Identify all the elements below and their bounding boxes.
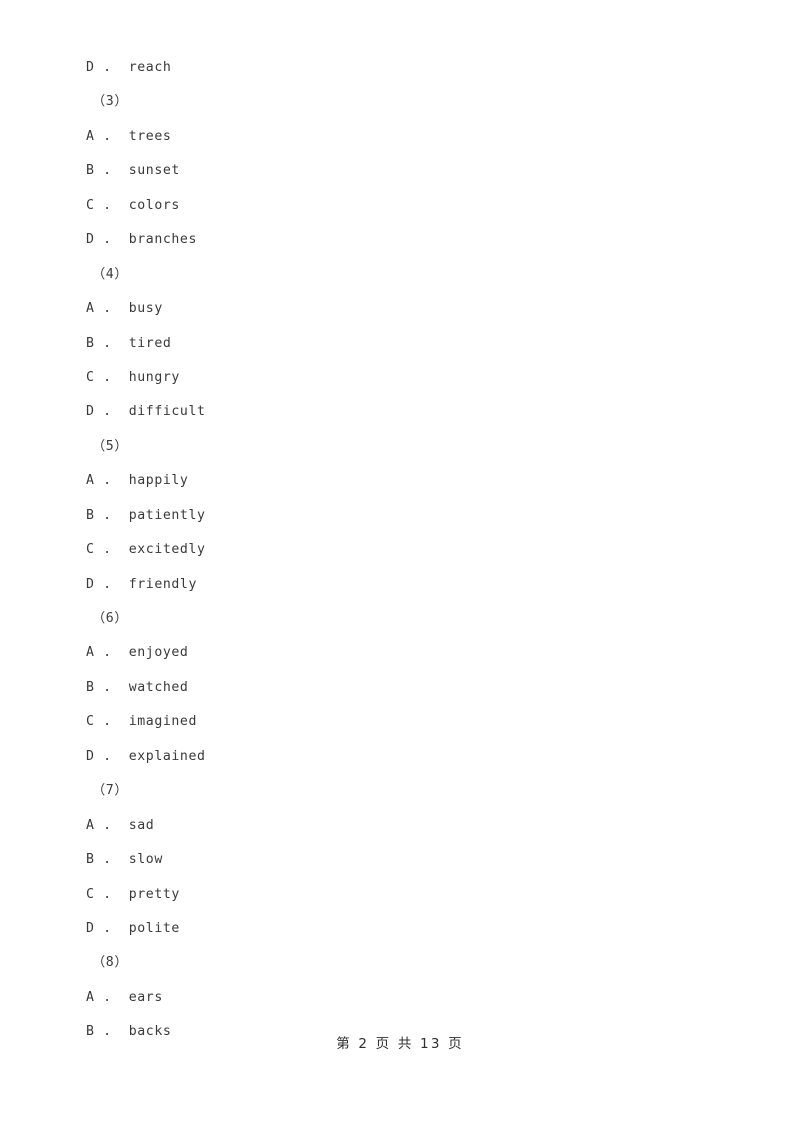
choice-option: A . busy	[86, 301, 163, 317]
question-number: （5）	[92, 438, 129, 454]
choice-option: D . friendly	[86, 576, 198, 592]
choice-option: A . ears	[86, 989, 163, 1005]
document-body: D . reach （3） A . trees B . sunset C . color…	[0, 51, 800, 1050]
question-number: （8）	[92, 955, 129, 971]
choice-option: B . slow	[86, 852, 163, 868]
choice-option: B . tired	[86, 335, 172, 351]
choice-option: A . happily	[86, 473, 189, 489]
choice-option: B . watched	[86, 679, 189, 695]
question-number: （3）	[92, 94, 129, 110]
choice-option: D . branches	[86, 232, 198, 248]
question-number: （7）	[92, 783, 129, 799]
choice-option: C . excitedly	[86, 542, 206, 558]
document-page: D . reach （3） A . trees B . sunset C . color…	[0, 0, 800, 1132]
question-number: （6）	[92, 611, 129, 626]
choice-option: A . sad	[86, 817, 155, 833]
choice-option: D . difficult	[86, 404, 206, 420]
question-number: （4）	[92, 266, 129, 282]
choice-option: A . trees	[86, 128, 172, 144]
page-footer: 第 2 页 共 13 页	[336, 1036, 464, 1052]
choice-option: A . enjoyed	[86, 645, 189, 661]
choice-option: B . patiently	[86, 507, 206, 523]
choice-option: C . pretty	[86, 886, 180, 902]
choice-option: D . explained	[86, 748, 206, 764]
choice-option: B . sunset	[86, 163, 180, 179]
choice-option: C . imagined	[86, 714, 198, 730]
choice-option: D . reach	[86, 60, 172, 75]
choice-option: C . colors	[86, 197, 180, 213]
choice-option: C . hungry	[86, 369, 180, 385]
choice-option: D . polite	[86, 920, 180, 936]
